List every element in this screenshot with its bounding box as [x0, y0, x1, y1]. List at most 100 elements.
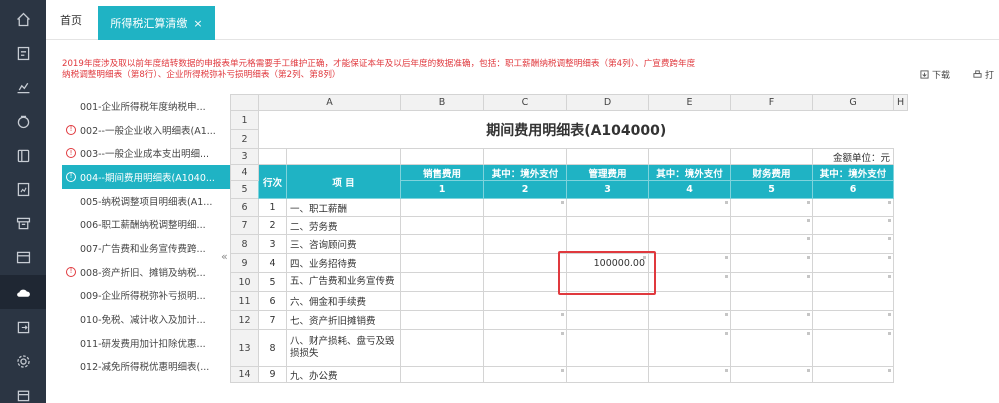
row-header: 1 — [230, 110, 259, 130]
cell-marker — [725, 369, 728, 372]
document-icon[interactable] — [0, 138, 46, 172]
amount-cell[interactable] — [400, 366, 484, 383]
empty-cell — [286, 148, 401, 165]
form-list-item[interactable]: ! 002--一般企业收入明细表(A1... — [62, 118, 230, 142]
amount-cell[interactable] — [483, 198, 567, 217]
amount-cell[interactable] — [400, 253, 484, 273]
calendar-icon[interactable] — [0, 378, 46, 403]
cell-marker — [561, 369, 564, 372]
form-list-item[interactable]: 011-研发费用加计扣除优惠... — [62, 331, 230, 355]
amount-cell[interactable] — [566, 216, 649, 235]
row-seq: 4 — [258, 253, 287, 273]
form-list-item[interactable]: 007-广告费和业务宣传费跨... — [62, 236, 230, 260]
row-seq: 8 — [258, 329, 287, 367]
amount-cell[interactable] — [566, 310, 649, 330]
form-list-item[interactable]: ! 004--期间费用明细表(A1040... — [62, 165, 230, 189]
amount-cell[interactable] — [812, 329, 894, 367]
amount-cell[interactable] — [730, 216, 813, 235]
amount-cell[interactable] — [812, 234, 894, 254]
form-list-item[interactable]: ! 003--一般企业成本支出明细... — [62, 141, 230, 165]
cloud-icon[interactable] — [0, 275, 46, 309]
amount-cell[interactable] — [483, 253, 567, 273]
form-list-item[interactable]: 010-免税、减计收入及加计... — [62, 307, 230, 331]
amount-cell[interactable] — [483, 272, 567, 292]
print-button[interactable]: 打 — [973, 68, 994, 81]
amount-cell[interactable] — [812, 366, 894, 383]
collapse-handle[interactable]: « — [221, 250, 228, 263]
ledger-icon[interactable] — [0, 240, 46, 274]
amount-cell[interactable] — [483, 291, 567, 311]
amount-cell[interactable] — [400, 329, 484, 367]
tax-icon[interactable] — [0, 104, 46, 138]
amount-cell[interactable] — [400, 310, 484, 330]
header-column-number: 2 — [483, 180, 567, 199]
amount-cell[interactable] — [566, 366, 649, 383]
amount-cell[interactable] — [730, 198, 813, 217]
amount-cell[interactable] — [400, 198, 484, 217]
amount-cell[interactable] — [648, 198, 731, 217]
export-icon[interactable] — [0, 310, 46, 344]
download-button[interactable]: 下载 — [920, 68, 950, 81]
amount-cell[interactable] — [730, 366, 813, 383]
cell-marker — [725, 332, 728, 335]
amount-cell[interactable] — [483, 234, 567, 254]
row-header: 6 — [230, 198, 259, 217]
report-icon[interactable] — [0, 172, 46, 206]
tab-income-tax-settlement[interactable]: 所得税汇算清缴 × — [98, 6, 215, 40]
amount-cell[interactable] — [812, 216, 894, 235]
settings-icon[interactable] — [0, 344, 46, 378]
form-list-item[interactable]: 009-企业所得税弥补亏损明... — [62, 284, 230, 308]
amount-cell[interactable] — [483, 216, 567, 235]
amount-cell[interactable] — [730, 253, 813, 273]
amount-cell[interactable] — [400, 234, 484, 254]
amount-cell[interactable] — [566, 329, 649, 367]
form-list-label: 005-纳税调整项目明细表(A1... — [80, 196, 213, 208]
invoice-icon[interactable] — [0, 36, 46, 70]
amount-cell[interactable] — [648, 253, 731, 273]
form-list-item[interactable]: 006-职工薪酬纳税调整明细... — [62, 212, 230, 236]
header-seq: 行次 — [258, 164, 287, 199]
form-list-item[interactable]: 005-纳税调整项目明细表(A1... — [62, 189, 230, 213]
chart-icon[interactable] — [0, 70, 46, 104]
amount-cell[interactable] — [483, 366, 567, 383]
form-list-item[interactable]: 012-减免所得税优惠明细表(... — [62, 355, 230, 379]
form-list-item[interactable]: 001-企业所得税年度纳税申... — [62, 94, 230, 118]
amount-cell[interactable] — [400, 291, 484, 311]
amount-cell[interactable] — [648, 272, 731, 292]
amount-cell[interactable] — [648, 291, 731, 311]
amount-cell[interactable] — [812, 310, 894, 330]
amount-cell[interactable] — [730, 310, 813, 330]
amount-cell[interactable] — [648, 216, 731, 235]
home-icon[interactable] — [0, 2, 46, 36]
form-list-item[interactable]: ! 008-资产折旧、摊销及纳税... — [62, 260, 230, 284]
form-list-label: 011-研发费用加计扣除优惠... — [80, 338, 206, 350]
cell-marker — [888, 332, 891, 335]
amount-cell[interactable] — [400, 216, 484, 235]
amount-cell[interactable] — [730, 272, 813, 292]
amount-cell[interactable] — [812, 272, 894, 292]
amount-cell[interactable] — [812, 291, 894, 311]
amount-cell[interactable] — [648, 329, 731, 367]
amount-cell[interactable] — [648, 310, 731, 330]
amount-cell[interactable] — [812, 253, 894, 273]
notice-text: 2019年度涉及取以前年度结转数据的申报表单元格需要手工维护正确，才能保证本年及… — [62, 59, 696, 80]
form-list-label: 001-企业所得税年度纳税申... — [80, 101, 206, 113]
archive-icon[interactable] — [0, 206, 46, 240]
amount-cell[interactable] — [648, 366, 731, 383]
amount-cell[interactable] — [483, 329, 567, 367]
amount-cell[interactable] — [812, 198, 894, 217]
amount-cell[interactable] — [400, 272, 484, 292]
icon-rail — [0, 0, 46, 403]
row-header: 14 — [230, 366, 259, 383]
tab-home[interactable]: 首页 — [60, 12, 82, 28]
row-item: 四、业务招待费 — [286, 253, 401, 273]
close-icon[interactable]: × — [193, 17, 202, 30]
form-list-label: 012-减免所得税优惠明细表(... — [80, 362, 210, 374]
amount-cell[interactable] — [648, 234, 731, 254]
amount-cell[interactable] — [566, 198, 649, 217]
amount-cell[interactable] — [483, 310, 567, 330]
amount-cell[interactable] — [730, 329, 813, 367]
amount-cell[interactable] — [730, 234, 813, 254]
amount-cell[interactable] — [730, 291, 813, 311]
row-seq: 6 — [258, 291, 287, 311]
